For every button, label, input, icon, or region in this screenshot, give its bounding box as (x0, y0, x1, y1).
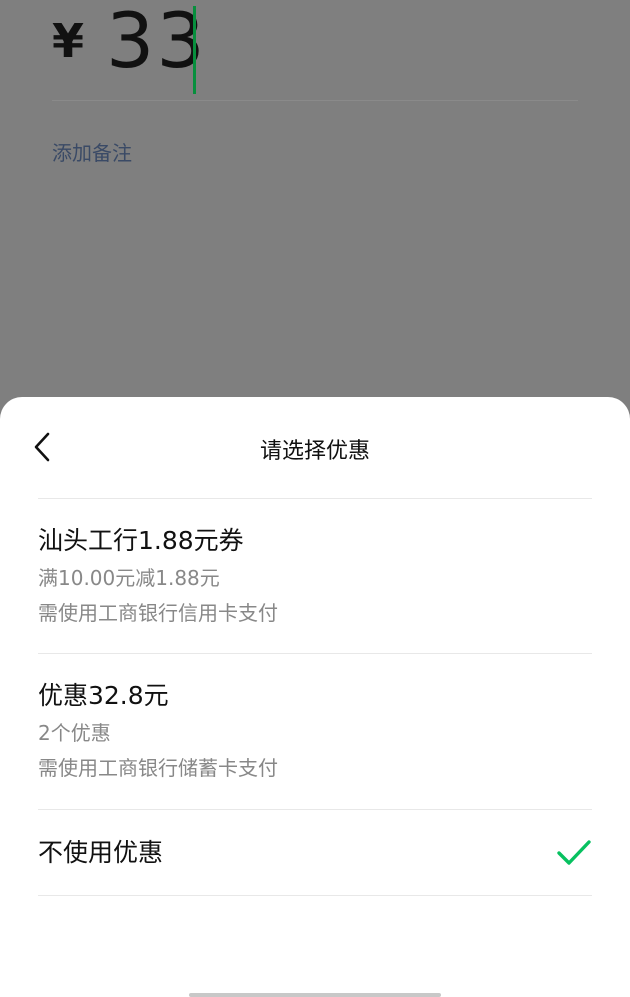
option-detail: 满10.00元减1.88元 (38, 566, 220, 590)
divider (38, 498, 592, 499)
amount-value: 33 (106, 0, 207, 85)
currency-symbol: ¥ (52, 14, 85, 68)
option-requirement: 需使用工商银行储蓄卡支付 (38, 756, 278, 780)
option-detail: 2个优惠 (38, 721, 111, 745)
discount-option-none[interactable]: 不使用优惠 (38, 837, 592, 869)
divider (38, 809, 592, 810)
text-caret (193, 6, 196, 94)
option-title: 不使用优惠 (38, 838, 164, 867)
checkmark-icon (557, 840, 591, 865)
amount-input-row[interactable]: ¥ 33 (52, 0, 578, 101)
discount-option-bundle[interactable]: 优惠32.8元 2个优惠 需使用工商银行储蓄卡支付 (38, 680, 592, 782)
option-title: 优惠32.8元 (38, 681, 169, 710)
sheet-header: 请选择优惠 (0, 397, 630, 498)
home-indicator[interactable] (189, 993, 441, 997)
divider (38, 653, 592, 654)
add-note-link[interactable]: 添加备注 (52, 137, 132, 166)
option-requirement: 需使用工商银行信用卡支付 (38, 601, 278, 625)
sheet-title: 请选择优惠 (259, 439, 370, 464)
divider (38, 895, 592, 896)
discount-selection-sheet: 请选择优惠 汕头工行1.88元券 满10.00元减1.88元 需使用工商银行信用… (0, 397, 630, 997)
option-title: 汕头工行1.88元券 (38, 526, 244, 555)
discount-option-coupon[interactable]: 汕头工行1.88元券 满10.00元减1.88元 需使用工商银行信用卡支付 (38, 525, 592, 627)
